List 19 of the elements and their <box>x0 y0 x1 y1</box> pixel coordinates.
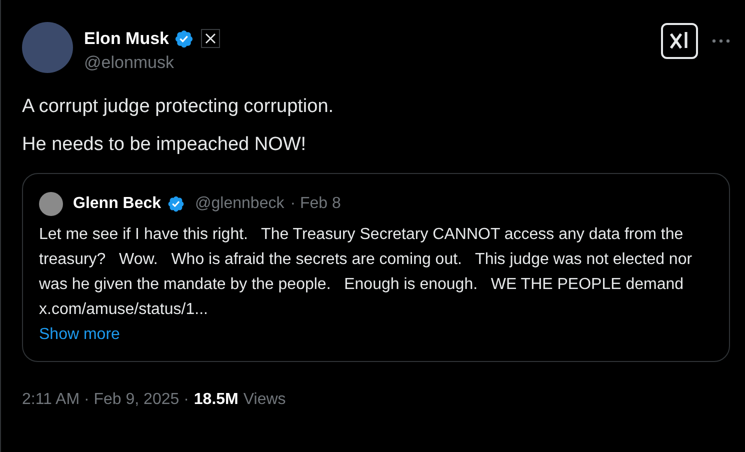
tweet-text: A corrupt judge protecting corruption. <box>22 95 335 119</box>
verified-badge-icon <box>174 28 194 49</box>
x-logo-icon <box>201 29 220 48</box>
views-label: Views <box>243 390 286 410</box>
quote-date: · Feb 8 <box>290 194 341 214</box>
quote-text: Let me see if I have this right. The Treasury Secretary CANNOT access any data from the treasury? Wow. Who is afraid the secrets are coming out. This judge was not elected nor was he given the mandate by the people. Enough is enough. WE THE PEOPLE demand x.com/amuse/status/1... <box>39 225 694 320</box>
view-count: 18.5M <box>194 390 238 410</box>
verified-badge-icon <box>167 195 186 213</box>
author-handle[interactable]: @elonmusk <box>84 52 220 73</box>
quote-author-name: Glenn Beck <box>73 194 162 214</box>
author-name[interactable]: Elon Musk <box>84 26 170 52</box>
avatar-placeholder <box>39 192 63 216</box>
quoted-tweet-card[interactable] <box>22 173 730 362</box>
logo-icon[interactable] <box>661 23 698 59</box>
tweet-text: He needs to be impeached NOW! <box>22 133 308 157</box>
quote-author-handle: @glennbeck <box>195 194 284 214</box>
more-options-icon[interactable] <box>712 39 730 43</box>
show-more-link[interactable]: Show more <box>39 322 120 347</box>
timestamp[interactable]: 2:11 AM · Feb 9, 2025 · <box>22 388 189 412</box>
